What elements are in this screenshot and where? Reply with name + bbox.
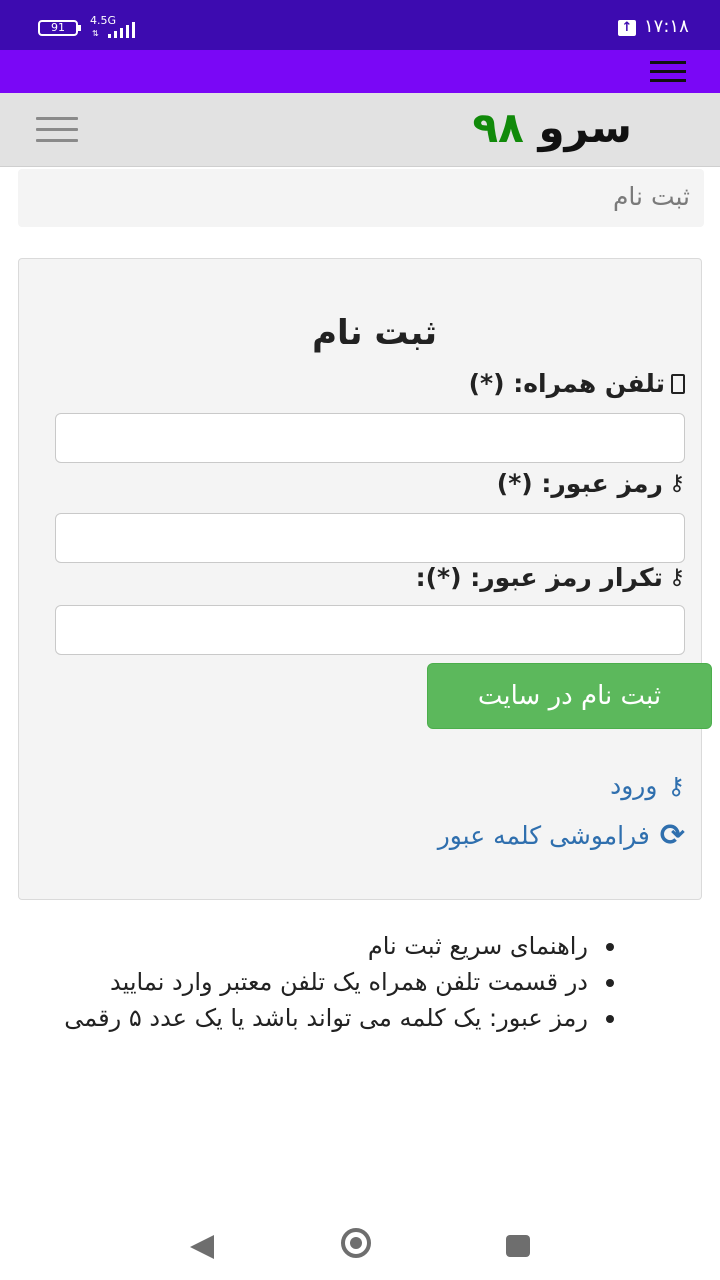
back-icon[interactable] <box>190 1235 214 1259</box>
battery-icon: 91 <box>38 20 81 36</box>
password-repeat-input[interactable] <box>55 605 685 655</box>
site-header: سرو ۹۸ <box>0 93 720 167</box>
home-icon[interactable] <box>341 1228 371 1258</box>
data-activity-icon: ⇅ <box>92 29 99 38</box>
status-clock: ۱۷:۱۸ <box>644 16 689 37</box>
phone-input[interactable] <box>55 413 685 463</box>
key-icon: ⚷ <box>668 564 685 590</box>
password-label: ⚷ رمز عبور: (*) <box>497 469 685 498</box>
breadcrumb-current: ثبت نام <box>612 182 690 211</box>
register-panel: ثبت نام تلفن همراه: (*) ⚷ رمز عبور: (*) … <box>18 258 712 900</box>
login-link[interactable]: ⚷ ورود <box>610 771 685 800</box>
site-logo[interactable]: سرو ۹۸ <box>473 103 632 152</box>
breadcrumb: ثبت نام <box>18 169 704 227</box>
brand-name: سرو <box>538 103 632 152</box>
key-icon: ⚷ <box>667 771 685 800</box>
mobile-phone-icon <box>671 373 685 394</box>
password-repeat-label: ⚷ تکرار رمز عبور: (*): <box>416 563 685 592</box>
key-icon: ⚷ <box>668 470 685 496</box>
phone-label-text: تلفن همراه: (*) <box>468 369 665 398</box>
recent-apps-icon[interactable] <box>506 1235 530 1257</box>
signal-icon <box>108 20 138 38</box>
phone-label: تلفن همراه: (*) <box>469 369 685 398</box>
register-submit-button[interactable]: ثبت نام در سایت <box>427 663 712 729</box>
upload-icon: ↑ <box>618 20 636 36</box>
list-item: رمز عبور: یک کلمه می تواند باشد یا یک عد… <box>40 1000 614 1036</box>
forgot-password-link[interactable]: ⟳ فراموشی کلمه عبور <box>438 817 685 853</box>
forgot-password-link-text[interactable]: فراموشی کلمه عبور <box>438 821 650 850</box>
quick-guide: راهنمای سریع ثبت نام در قسمت تلفن همراه … <box>40 928 620 1036</box>
system-nav-bar <box>0 1200 720 1280</box>
login-link-text[interactable]: ورود <box>610 771 657 800</box>
list-item: در قسمت تلفن همراه یک تلفن معتبر وارد نم… <box>40 964 614 1000</box>
app-menu-icon[interactable] <box>650 61 686 83</box>
password-repeat-label-text: تکرار رمز عبور: (*): <box>415 563 663 592</box>
nav-toggle-icon[interactable] <box>36 117 80 143</box>
form-title: ثبت نام <box>312 313 437 353</box>
brand-number: ۹۸ <box>472 103 524 152</box>
password-input[interactable] <box>55 513 685 563</box>
app-bar <box>0 50 720 93</box>
password-label-text: رمز عبور: (*) <box>496 469 663 498</box>
list-item: راهنمای سریع ثبت نام <box>40 928 614 964</box>
status-bar: 91 4.5G ⇅ ↑ ۱۷:۱۸ <box>0 0 720 50</box>
refresh-icon: ⟳ <box>659 817 685 853</box>
